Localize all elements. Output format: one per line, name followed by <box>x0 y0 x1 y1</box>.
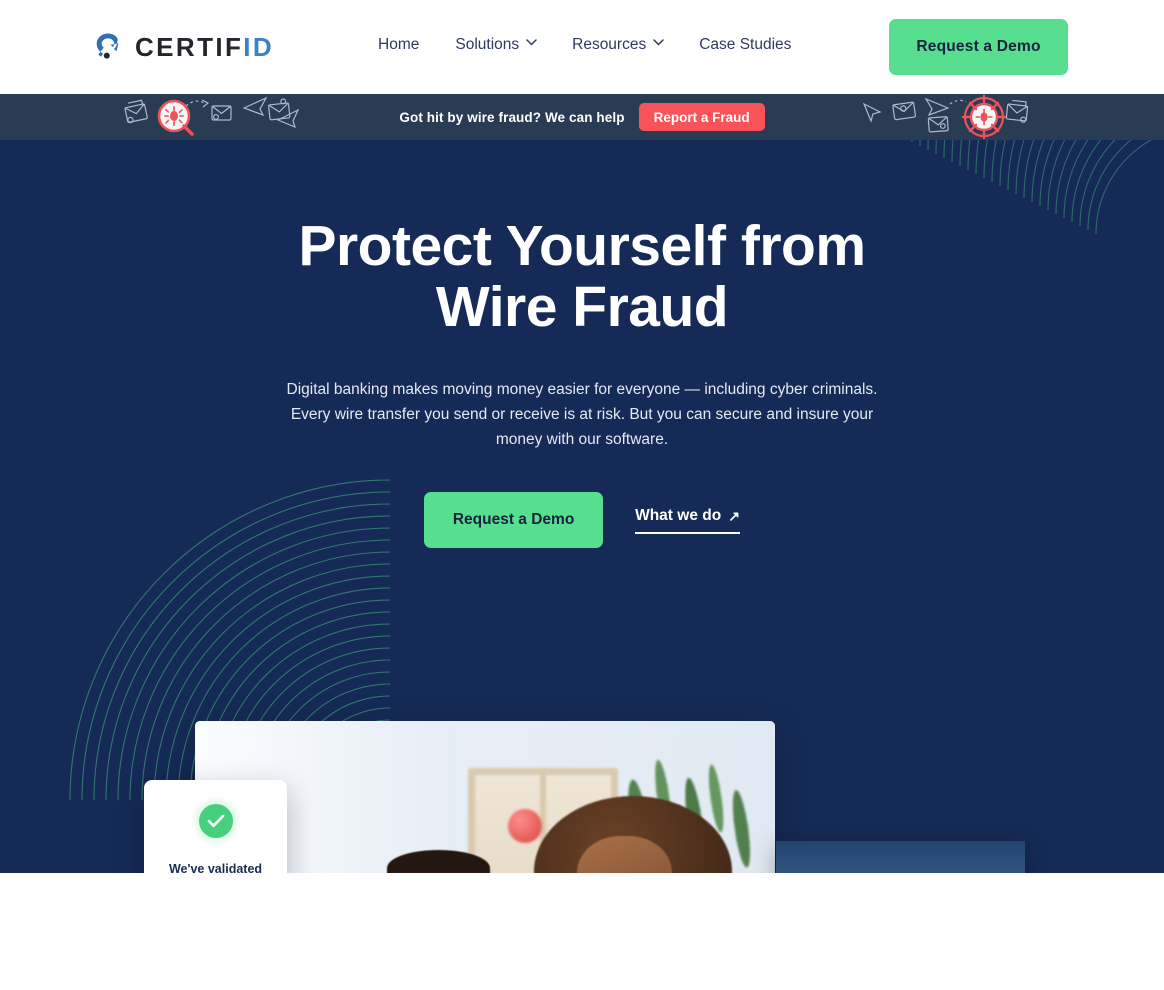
hero-title-line-1: Protect Yourself from <box>298 214 866 278</box>
what-we-do-label: What we do <box>635 506 722 524</box>
report-a-fraud-button[interactable]: Report a Fraud <box>638 103 765 131</box>
page-root: CERTIFID Home Solutions Resources Case S… <box>0 0 1164 990</box>
alert-decoration-icons-left <box>120 94 300 140</box>
nav-label-case-studies: Case Studies <box>699 36 792 53</box>
hero-content: Protect Yourself from Wire Fraud Digital… <box>0 216 1164 549</box>
fraud-alert-bar: Got hit by wire fraud? We can help Repor… <box>0 94 1164 140</box>
arrow-up-right-icon: ↗ <box>728 507 740 524</box>
request-demo-button-header[interactable]: Request a Demo <box>889 19 1068 75</box>
logo-text-certif: CERTIF <box>135 32 244 62</box>
hero-title-line-2: Wire Fraud <box>435 274 729 339</box>
logo-wordmark: CERTIFID <box>135 34 274 60</box>
page-content-below-hero <box>0 873 1164 990</box>
nav-label-home: Home <box>378 36 420 53</box>
chevron-down-icon <box>526 39 537 49</box>
hero-subtitle: Digital banking makes moving money easie… <box>286 380 878 449</box>
modern-house-dusk-photo <box>776 841 1025 873</box>
logo[interactable]: CERTIFID <box>92 30 274 64</box>
nav-item-solutions[interactable]: Solutions <box>455 36 537 54</box>
hero-cta-group: Request a Demo What we do ↗ <box>0 492 1164 549</box>
what-we-do-link[interactable]: What we do ↗ <box>635 507 740 534</box>
hero-bottom-edge <box>0 872 1164 873</box>
nav-label-resources: Resources <box>572 36 647 53</box>
nav-item-case-studies[interactable]: Case Studies <box>699 36 791 54</box>
site-header: CERTIFID Home Solutions Resources Case S… <box>0 0 1164 94</box>
chevron-down-icon <box>653 39 664 49</box>
nav-label-solutions: Solutions <box>455 36 520 53</box>
certifid-shield-arrow-logo-icon <box>92 30 124 64</box>
alert-decoration-icons-right <box>862 94 1042 140</box>
main-navigation: Home Solutions Resources Case Studies <box>378 36 791 54</box>
nav-item-home[interactable]: Home <box>378 36 419 54</box>
alert-content: Got hit by wire fraud? We can help Repor… <box>399 103 765 131</box>
page-title: Protect Yourself from Wire Fraud <box>0 216 1164 338</box>
request-demo-button-hero[interactable]: Request a Demo <box>424 492 604 549</box>
hero-section: Protect Yourself from Wire Fraud Digital… <box>0 140 1164 873</box>
alert-message: Got hit by wire fraud? We can help <box>399 109 625 125</box>
nav-item-resources[interactable]: Resources <box>572 36 664 54</box>
logo-text-id: ID <box>243 32 275 62</box>
